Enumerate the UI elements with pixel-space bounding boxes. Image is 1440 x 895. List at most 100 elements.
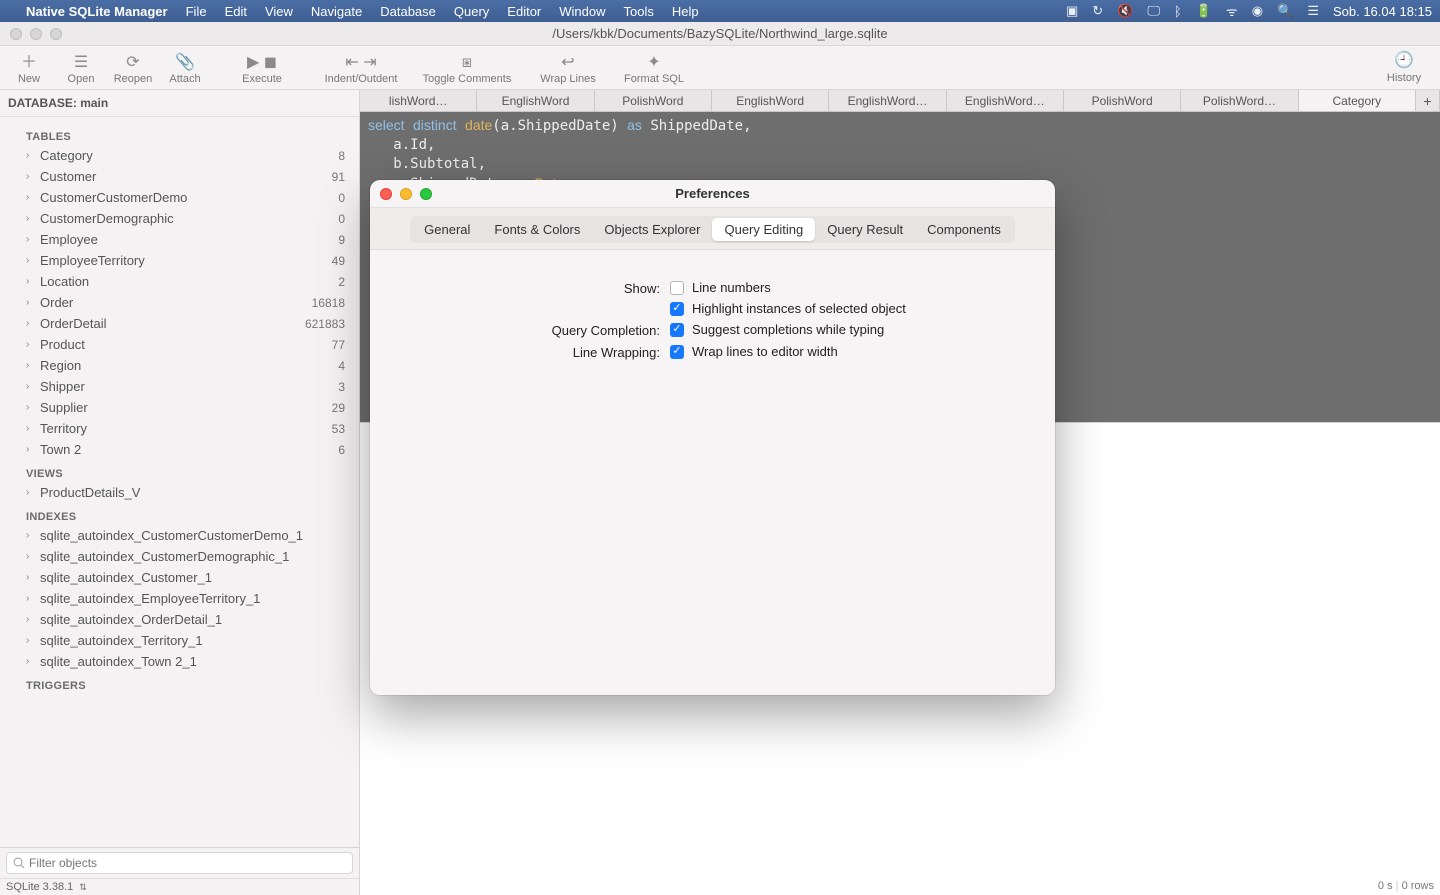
query-tab[interactable]: EnglishWord [712, 90, 829, 111]
screen-icon[interactable]: ▣ [1066, 3, 1078, 19]
table-item[interactable]: ›Employee9 [0, 229, 359, 250]
menu-editor[interactable]: Editor [507, 4, 541, 19]
checkbox-icon[interactable] [670, 281, 684, 295]
table-item[interactable]: ›Shipper3 [0, 376, 359, 397]
table-item[interactable]: ›Category8 [0, 145, 359, 166]
prefs-checkbox-row[interactable]: Wrap lines to editor width [670, 344, 838, 359]
query-tab[interactable]: EnglishWord [477, 90, 594, 111]
chevron-right-icon: › [26, 381, 34, 392]
checkbox-icon[interactable] [670, 323, 684, 337]
index-item[interactable]: ›sqlite_autoindex_OrderDetail_1 [0, 609, 359, 630]
app-name[interactable]: Native SQLite Manager [26, 4, 168, 19]
wrap-lines-button[interactable]: ↩Wrap Lines [528, 50, 608, 90]
checkbox-label: Suggest completions while typing [692, 322, 884, 337]
indent-outdent-button[interactable]: ⇤ ⇥Indent/Outdent [316, 50, 406, 90]
menu-window[interactable]: Window [559, 4, 605, 19]
menu-tools[interactable]: Tools [624, 4, 654, 19]
prefs-tab[interactable]: Fonts & Colors [482, 218, 592, 241]
table-item[interactable]: ›EmployeeTerritory49 [0, 250, 359, 271]
index-item[interactable]: ›sqlite_autoindex_EmployeeTerritory_1 [0, 588, 359, 609]
table-name: Order [40, 295, 306, 310]
new-tab-button[interactable]: + [1416, 90, 1440, 111]
table-item[interactable]: ›Product77 [0, 334, 359, 355]
reload-icon: ⟳ [126, 55, 139, 71]
table-count: 16818 [312, 296, 345, 310]
view-name: ProductDetails_V [40, 485, 345, 500]
menu-database[interactable]: Database [380, 4, 436, 19]
query-tab[interactable]: PolishWord [1064, 90, 1181, 111]
prefs-checkbox-row[interactable]: Highlight instances of selected object [670, 301, 906, 316]
index-item[interactable]: ›sqlite_autoindex_CustomerDemographic_1 [0, 546, 359, 567]
checkbox-icon[interactable] [670, 302, 684, 316]
table-item[interactable]: ›Territory53 [0, 418, 359, 439]
table-item[interactable]: ›Town 26 [0, 439, 359, 460]
index-item[interactable]: ›sqlite_autoindex_Territory_1 [0, 630, 359, 651]
menu-view[interactable]: View [265, 4, 293, 19]
prefs-tab[interactable]: Objects Explorer [592, 218, 712, 241]
index-item[interactable]: ›sqlite_autoindex_CustomerCustomerDemo_1 [0, 525, 359, 546]
prefs-checkbox-row[interactable]: Line numbers [670, 280, 906, 295]
table-item[interactable]: ›Location2 [0, 271, 359, 292]
menu-query[interactable]: Query [454, 4, 489, 19]
query-tab[interactable]: PolishWord [595, 90, 712, 111]
query-tab[interactable]: EnglishWord… [829, 90, 946, 111]
menu-file[interactable]: File [186, 4, 207, 19]
chevron-right-icon: › [26, 614, 34, 625]
table-item[interactable]: ›OrderDetail621883 [0, 313, 359, 334]
table-item[interactable]: ›Supplier29 [0, 397, 359, 418]
prefs-checkbox-row[interactable]: Suggest completions while typing [670, 322, 884, 337]
sidebar-tree[interactable]: TABLES ›Category8›Customer91›CustomerCus… [0, 117, 359, 847]
filter-input[interactable] [6, 852, 353, 874]
query-tab[interactable]: lishWord… [360, 90, 477, 111]
table-item[interactable]: ›Customer91 [0, 166, 359, 187]
battery-icon[interactable]: 🔋 [1196, 3, 1212, 19]
new-button[interactable]: ＋New [6, 50, 52, 90]
timemachine-icon[interactable]: ↻ [1092, 3, 1103, 19]
spotlight-icon[interactable]: 🔍 [1277, 3, 1293, 19]
user-icon[interactable]: ◉ [1252, 3, 1263, 19]
bluetooth-icon[interactable]: ᛒ [1174, 4, 1182, 19]
prefs-tab[interactable]: Query Result [815, 218, 915, 241]
plus-icon: ＋ [21, 55, 37, 71]
database-header: DATABASE: main [0, 90, 359, 117]
menu-navigate[interactable]: Navigate [311, 4, 362, 19]
execute-button[interactable]: ▶ ◼Execute [232, 50, 292, 90]
view-item[interactable]: ›ProductDetails_V [0, 482, 359, 503]
prefs-tab[interactable]: General [412, 218, 482, 241]
table-item[interactable]: › Order 16818 [0, 292, 359, 313]
chevron-right-icon: › [26, 255, 34, 266]
table-item[interactable]: ›Region4 [0, 355, 359, 376]
query-tab[interactable]: EnglishWord… [947, 90, 1064, 111]
prefs-tab[interactable]: Components [915, 218, 1013, 241]
checkbox-icon[interactable] [670, 345, 684, 359]
indent-icon: ⇤ ⇥ [345, 55, 376, 71]
menu-help[interactable]: Help [672, 4, 699, 19]
query-tab[interactable]: PolishWord… [1181, 90, 1298, 111]
query-tab[interactable]: Category [1299, 90, 1416, 111]
reopen-button[interactable]: ⟳Reopen [110, 50, 156, 90]
chevron-right-icon: › [26, 171, 34, 182]
history-button[interactable]: 🕘History [1374, 50, 1434, 84]
control-center-icon[interactable]: ☰ [1307, 3, 1319, 19]
table-name: OrderDetail [40, 316, 299, 331]
table-item[interactable]: ›CustomerCustomerDemo0 [0, 187, 359, 208]
open-button[interactable]: ☰Open [58, 50, 104, 90]
menubar-clock[interactable]: Sob. 16.04 18:15 [1333, 4, 1432, 19]
chevron-right-icon: › [26, 297, 34, 308]
mute-icon[interactable]: 🔇 [1117, 3, 1133, 19]
table-count: 3 [338, 380, 345, 394]
dropdown-icon[interactable]: ⇅ [79, 882, 87, 893]
toggle-comments-button[interactable]: ⧆Toggle Comments [412, 50, 522, 90]
format-sql-button[interactable]: ✦Format SQL [614, 50, 694, 90]
chevron-right-icon: › [26, 635, 34, 646]
table-count: 49 [332, 254, 345, 268]
attach-button[interactable]: 📎Attach [162, 50, 208, 90]
index-item[interactable]: ›sqlite_autoindex_Customer_1 [0, 567, 359, 588]
prefs-tab[interactable]: Query Editing [712, 218, 815, 241]
chevron-right-icon: › [26, 339, 34, 350]
display-icon[interactable]: 🖵 [1147, 3, 1160, 19]
index-item[interactable]: ›sqlite_autoindex_Town 2_1 [0, 651, 359, 672]
menu-edit[interactable]: Edit [225, 4, 247, 19]
table-item[interactable]: ›CustomerDemographic0 [0, 208, 359, 229]
wifi-icon[interactable]: ᯤ [1226, 2, 1238, 20]
